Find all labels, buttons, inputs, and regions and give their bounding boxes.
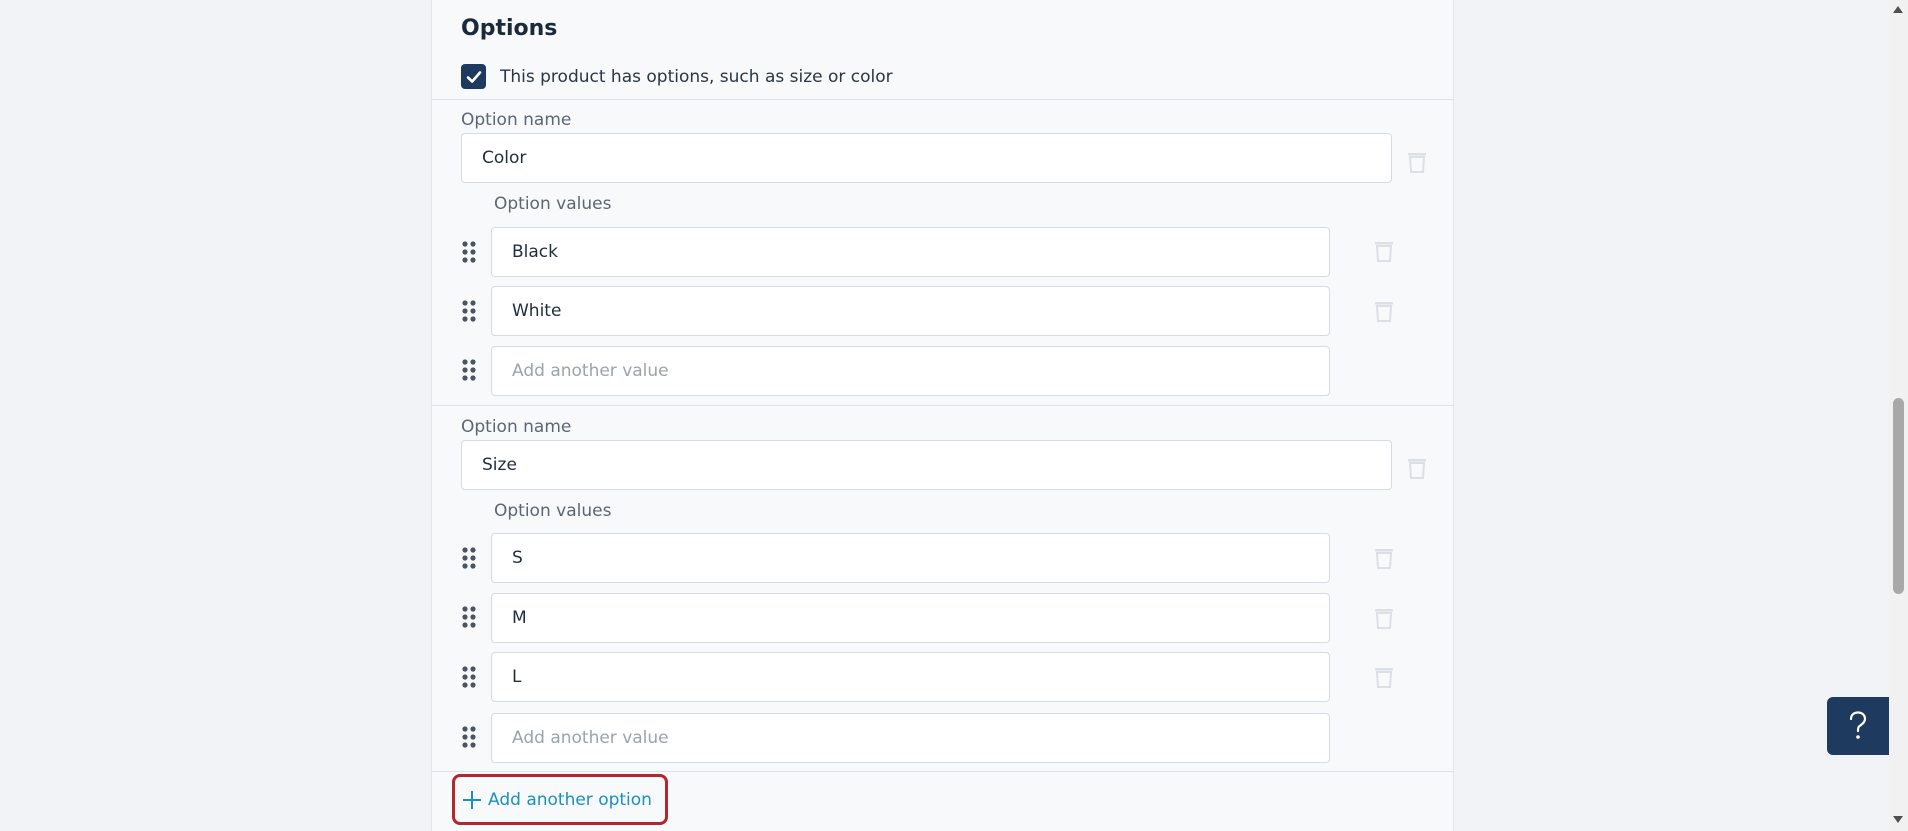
option-value-input[interactable]: White: [491, 286, 1330, 336]
divider: [432, 99, 1454, 100]
add-another-option-button[interactable]: Add another option: [452, 774, 668, 825]
scrollbar[interactable]: [1889, 0, 1908, 831]
question-icon: [1849, 711, 1867, 739]
checkmark-icon: [466, 70, 481, 83]
option-name-input[interactable]: Color: [461, 133, 1392, 183]
divider: [432, 405, 1454, 406]
delete-value-icon[interactable]: [1375, 547, 1393, 569]
plus-icon: [463, 790, 481, 809]
has-options-row[interactable]: This product has options, such as size o…: [461, 64, 893, 89]
option-value-input[interactable]: L: [491, 652, 1330, 702]
add-another-option-label: Add another option: [488, 789, 652, 810]
option-name-label: Option name: [461, 417, 572, 437]
drag-handle-icon[interactable]: [462, 726, 476, 748]
drag-handle-icon[interactable]: [462, 666, 476, 688]
drag-handle-icon[interactable]: [462, 359, 476, 381]
options-panel: Options This product has options, such a…: [431, 0, 1454, 831]
divider: [432, 771, 1454, 772]
option-value-input[interactable]: S: [491, 533, 1330, 583]
option-values-label: Option values: [494, 501, 612, 521]
drag-handle-icon[interactable]: [462, 241, 476, 263]
has-options-label: This product has options, such as size o…: [500, 66, 893, 87]
drag-handle-icon[interactable]: [462, 606, 476, 628]
delete-value-icon[interactable]: [1375, 607, 1393, 629]
delete-value-icon[interactable]: [1375, 300, 1393, 322]
help-button[interactable]: [1827, 697, 1889, 755]
option-values-label: Option values: [494, 194, 612, 214]
scroll-up-arrow-icon[interactable]: [1893, 6, 1903, 13]
has-options-checkbox[interactable]: [461, 64, 486, 89]
section-title: Options: [461, 16, 558, 41]
delete-value-icon[interactable]: [1375, 666, 1393, 688]
option-name-label: Option name: [461, 110, 572, 130]
scroll-down-arrow-icon[interactable]: [1893, 816, 1903, 823]
delete-option-icon[interactable]: [1408, 457, 1426, 479]
page: Options This product has options, such a…: [0, 0, 1908, 831]
option-value-input[interactable]: Black: [491, 227, 1330, 277]
option-name-input[interactable]: Size: [461, 440, 1392, 490]
drag-handle-icon[interactable]: [462, 547, 476, 569]
drag-handle-icon[interactable]: [462, 300, 476, 322]
option-value-input[interactable]: M: [491, 593, 1330, 643]
delete-option-icon[interactable]: [1408, 151, 1426, 173]
add-value-input[interactable]: Add another value: [491, 713, 1330, 763]
scroll-thumb[interactable]: [1893, 398, 1904, 594]
delete-value-icon[interactable]: [1375, 240, 1393, 262]
add-value-input[interactable]: Add another value: [491, 346, 1330, 396]
